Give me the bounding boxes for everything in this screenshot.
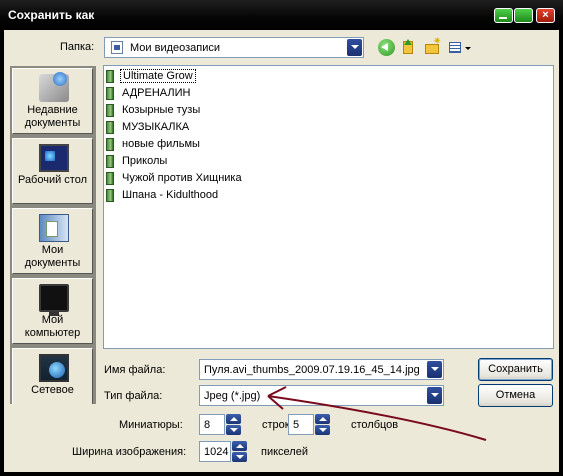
columns-input[interactable]: 5: [288, 414, 314, 435]
rows-input[interactable]: 8: [199, 414, 225, 435]
file-name: МУЗЫКАЛКА: [122, 121, 190, 133]
file-name: Ultimate Grow: [120, 69, 196, 83]
video-file-icon: [106, 189, 114, 202]
list-item[interactable]: Шпана - Kidulthood: [106, 187, 220, 204]
list-item[interactable]: новые фильмы: [106, 136, 202, 153]
spin-down-icon[interactable]: [315, 425, 330, 435]
back-icon[interactable]: [378, 39, 395, 56]
video-file-icon: [106, 104, 114, 117]
video-file-icon: [106, 155, 114, 168]
folder-combobox[interactable]: Мои видеозаписи: [104, 37, 364, 58]
view-menu-icon[interactable]: [448, 39, 474, 56]
file-name: Приколы: [122, 155, 168, 167]
place-label: Рабочий стол: [17, 174, 88, 186]
width-input[interactable]: 1024: [199, 441, 231, 462]
save-button[interactable]: Сохранить: [478, 358, 553, 381]
places-bar: Недавние документы Рабочий стол Мои докум…: [10, 66, 96, 404]
rows-value: 8: [204, 419, 211, 431]
dialog-body: Папка: Мои видеозаписи Недавниедокументы…: [4, 30, 559, 472]
file-name: Чужой против Хищника: [122, 172, 242, 184]
spin-down-icon[interactable]: [226, 425, 241, 435]
desktop-icon: [39, 144, 69, 172]
file-name: Шпана - Kidulthood: [122, 189, 219, 201]
width-value: 1024: [204, 446, 229, 458]
maximize-button[interactable]: [514, 8, 533, 23]
up-folder-icon[interactable]: [400, 39, 417, 56]
image-width-label: Ширина изображения:: [72, 446, 187, 458]
my-computer-icon: [39, 284, 69, 316]
filename-label: Имя файла:: [104, 364, 166, 376]
chevron-down-icon[interactable]: [427, 387, 442, 404]
file-name: АДРЕНАЛИН: [122, 87, 191, 99]
title-bar[interactable]: Сохранить как ×: [0, 0, 563, 30]
file-name: Козырные тузы: [122, 104, 201, 116]
save-as-dialog: Сохранить как × Папка: Мои видеозаписи Н…: [0, 0, 563, 476]
filetype-value: Jpeg (*.jpg): [204, 390, 261, 402]
place-network[interactable]: Сетевое: [12, 348, 93, 404]
close-button[interactable]: ×: [536, 8, 555, 23]
chevron-down-icon[interactable]: [427, 361, 442, 378]
video-folder-icon: [111, 41, 123, 54]
cancel-button[interactable]: Отмена: [478, 384, 553, 407]
list-item[interactable]: МУЗЫКАЛКА: [106, 119, 191, 136]
place-label: компьютер: [24, 327, 81, 339]
video-file-icon: [106, 121, 114, 134]
folder-label: Папка:: [60, 41, 95, 53]
folder-value: Мои видеозаписи: [130, 42, 221, 54]
list-item[interactable]: Чужой против Хищника: [106, 170, 244, 187]
filetype-label: Тип файла:: [104, 390, 163, 402]
columns-value: 5: [293, 419, 300, 431]
place-label: Мой: [41, 314, 64, 326]
columns-label: столбцов: [351, 419, 399, 431]
my-documents-icon: [39, 214, 69, 242]
video-file-icon: [106, 138, 114, 151]
new-folder-icon[interactable]: [424, 36, 441, 56]
spin-up-icon[interactable]: [232, 441, 247, 451]
place-my-documents[interactable]: Мои документы: [12, 208, 93, 274]
filetype-combobox[interactable]: Jpeg (*.jpg): [199, 385, 444, 406]
place-desktop[interactable]: Рабочий стол: [12, 138, 93, 204]
filename-value: Пуля.avi_thumbs_2009.07.19.16_45_14.jpg: [204, 364, 420, 376]
file-name: новые фильмы: [122, 138, 200, 150]
list-item[interactable]: Ultimate Grow: [106, 68, 196, 85]
width-unit-label: пикселей: [261, 446, 308, 458]
spin-down-icon[interactable]: [232, 452, 247, 462]
place-my-computer[interactable]: Мой компьютер: [12, 278, 93, 344]
network-icon: [39, 354, 69, 382]
place-label: Недавние: [27, 104, 78, 116]
recent-documents-icon: [39, 72, 69, 102]
video-file-icon: [106, 87, 114, 100]
video-file-icon: [106, 70, 114, 83]
rows-label: строк: [262, 419, 290, 431]
place-label: документы: [24, 117, 81, 129]
video-file-icon: [106, 172, 114, 185]
file-list[interactable]: Ultimate Grow АДРЕНАЛИН Козырные тузы МУ…: [103, 65, 554, 349]
window-title: Сохранить как: [8, 8, 95, 22]
spin-up-icon[interactable]: [226, 414, 241, 424]
filename-input[interactable]: Пуля.avi_thumbs_2009.07.19.16_45_14.jpg: [199, 359, 444, 380]
list-item[interactable]: Приколы: [106, 153, 169, 170]
place-recent-documents[interactable]: Недавние документы: [12, 68, 93, 134]
thumbnails-label: Миниатюры:: [119, 419, 183, 431]
list-item[interactable]: Козырные тузы: [106, 102, 202, 119]
spin-up-icon[interactable]: [315, 414, 330, 424]
chevron-down-icon[interactable]: [347, 39, 362, 56]
minimize-button[interactable]: [494, 8, 513, 23]
place-label: Сетевое: [31, 384, 74, 396]
list-item[interactable]: АДРЕНАЛИН: [106, 85, 192, 102]
place-label: Мои документы: [24, 244, 81, 269]
